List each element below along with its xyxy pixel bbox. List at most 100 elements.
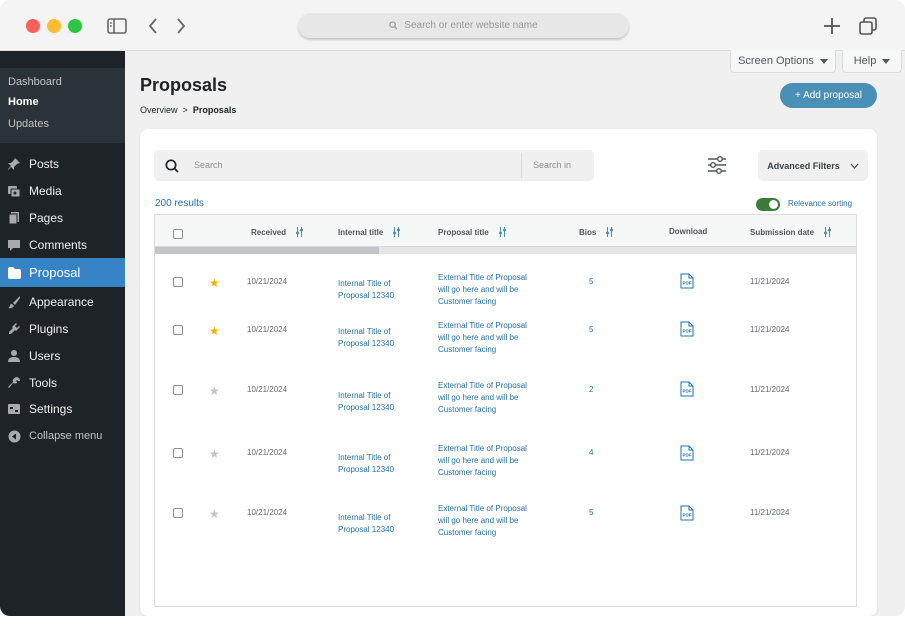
sidebar-item-media[interactable]: Media	[0, 177, 125, 205]
sidebar-item-comments[interactable]: Comments	[0, 231, 125, 259]
proposal-title-line: will go here and will be	[438, 333, 519, 342]
bios-count[interactable]: 5	[589, 276, 593, 288]
help-button[interactable]: Help	[842, 50, 902, 73]
pdf-icon[interactable]: PDF	[680, 445, 694, 466]
sidebar-toggle-icon[interactable]	[106, 14, 128, 38]
column-header-proposal-title[interactable]: Proposal title	[438, 227, 507, 237]
column-header-label: Submission date	[750, 227, 815, 237]
comment-icon	[6, 237, 22, 253]
sidebar-item-label: Pages	[29, 211, 64, 225]
pdf-icon[interactable]: PDF	[680, 273, 694, 294]
sidebar-item-label: Posts	[29, 157, 60, 171]
screen-options-button[interactable]: Screen Options	[730, 50, 836, 73]
search-in-dropdown[interactable]: Search in	[533, 160, 571, 170]
pdf-label: PDF	[683, 329, 692, 334]
bios-count[interactable]: 2	[589, 384, 593, 396]
table-row[interactable]: ★ 10/21/2024 Internal Title of Proposal 1…	[155, 444, 856, 504]
forward-arrow-icon[interactable]	[174, 14, 188, 38]
row-checkbox[interactable]	[173, 277, 183, 287]
search-icon	[389, 21, 398, 30]
back-arrow-icon[interactable]	[146, 14, 160, 38]
row-checkbox[interactable]	[173, 325, 183, 335]
minimize-window-button[interactable]	[47, 19, 61, 33]
proposal-title-link[interactable]: External Title of Proposal will go here a…	[438, 443, 527, 479]
collapse-arrow-icon	[6, 428, 22, 444]
pdf-label: PDF	[683, 389, 692, 394]
submenu-item-dashboard[interactable]: Dashboard	[8, 76, 62, 88]
page-title: Proposals	[140, 75, 228, 95]
new-tab-plus-icon[interactable]	[821, 14, 843, 38]
star-empty-icon[interactable]: ★	[209, 448, 220, 460]
column-header-label: Bios	[579, 227, 597, 237]
internal-title-link[interactable]: Internal Title of Proposal 12340	[338, 326, 394, 350]
table-row[interactable]: ★ 10/21/2024 Internal Title of Proposal 1…	[155, 381, 856, 441]
pdf-label: PDF	[683, 513, 692, 518]
proposal-title-line: Customer facing	[438, 405, 497, 414]
scrollbar-thumb[interactable]	[155, 247, 380, 254]
row-checkbox[interactable]	[173, 508, 183, 518]
bios-count[interactable]: 4	[589, 447, 593, 459]
bios-count[interactable]: 5	[589, 507, 593, 519]
table-row[interactable]: ★ 10/21/2024 Internal Title of Proposal 1…	[155, 321, 856, 381]
collapse-menu-button[interactable]: Collapse menu	[0, 422, 125, 450]
search-input[interactable]: Search	[194, 160, 223, 170]
internal-title-link[interactable]: Internal Title of Proposal 12340	[338, 512, 394, 536]
column-header-download: Download	[669, 227, 707, 236]
submission-date: 11/21/2024	[750, 277, 790, 286]
sidebar-item-settings[interactable]: Settings	[0, 395, 125, 423]
column-header-internal-title[interactable]: Internal title	[338, 227, 401, 237]
star-empty-icon[interactable]: ★	[209, 385, 220, 397]
close-window-button[interactable]	[26, 19, 40, 33]
column-header-submission-date[interactable]: Submission date	[750, 227, 832, 237]
internal-title-line: Internal Title of	[338, 513, 391, 522]
proposal-title-link[interactable]: External Title of Proposal will go here a…	[438, 272, 527, 308]
relevance-sorting-toggle[interactable]	[756, 198, 780, 211]
search-bar[interactable]: Search Search in	[154, 150, 594, 181]
sidebar-item-pages[interactable]: Pages	[0, 204, 125, 232]
proposal-title-link[interactable]: External Title of Proposal will go here a…	[438, 320, 527, 356]
proposal-title-link[interactable]: External Title of Proposal will go here a…	[438, 503, 527, 539]
tabs-overview-icon[interactable]	[857, 14, 879, 38]
horizontal-scrollbar[interactable]	[155, 247, 856, 254]
column-header-received[interactable]: Received	[251, 227, 304, 237]
internal-title-line: Internal Title of	[338, 391, 391, 400]
proposal-title-line: External Title of Proposal	[438, 504, 527, 513]
pdf-icon[interactable]: PDF	[680, 381, 694, 402]
star-empty-icon[interactable]: ★	[209, 508, 220, 520]
star-filled-icon[interactable]: ★	[209, 277, 220, 289]
submenu-item-home[interactable]: Home	[8, 96, 39, 108]
received-date: 10/21/2024	[247, 325, 288, 334]
submenu-item-updates[interactable]: Updates	[8, 118, 49, 130]
row-checkbox[interactable]	[173, 385, 183, 395]
internal-title-line: Proposal 12340	[338, 403, 395, 412]
address-bar[interactable]: Search or enter website name	[298, 13, 629, 38]
proposal-title-link[interactable]: External Title of Proposal will go here a…	[438, 380, 527, 416]
internal-title-link[interactable]: Internal Title of Proposal 12340	[338, 390, 394, 414]
sidebar-item-proposal[interactable]: Proposal	[0, 258, 125, 287]
sidebar-item-users[interactable]: Users	[0, 342, 125, 370]
star-filled-icon[interactable]: ★	[209, 325, 220, 337]
column-header-bios[interactable]: Bios	[579, 227, 614, 237]
column-header-label: Download	[669, 227, 708, 236]
row-checkbox[interactable]	[173, 448, 183, 458]
column-header-label: Internal title	[338, 227, 384, 237]
caret-down-icon	[819, 58, 828, 64]
media-icon	[6, 183, 22, 199]
internal-title-link[interactable]: Internal Title of Proposal 12340	[338, 452, 394, 476]
sidebar-item-posts[interactable]: Posts	[0, 150, 125, 178]
sidebar-item-plugins[interactable]: Plugins	[0, 315, 125, 343]
add-proposal-button[interactable]: + Add proposal	[780, 83, 877, 108]
sidebar-item-tools[interactable]: Tools	[0, 369, 125, 397]
table-row[interactable]: ★ 10/21/2024 Internal Title of Proposal 1…	[155, 504, 856, 564]
bios-count[interactable]: 5	[589, 324, 593, 336]
pdf-icon[interactable]: PDF	[680, 505, 694, 526]
filter-sliders-icon[interactable]	[707, 156, 727, 174]
advanced-filters-dropdown[interactable]: Advanced Filters	[758, 150, 868, 181]
sidebar-item-appearance[interactable]: Appearance	[0, 288, 125, 316]
breadcrumb-overview[interactable]: Overview	[140, 105, 178, 115]
screen-options-label: Screen Options	[738, 55, 814, 67]
select-all-checkbox[interactable]	[173, 229, 183, 239]
pdf-icon[interactable]: PDF	[680, 321, 694, 342]
maximize-window-button[interactable]	[68, 19, 82, 33]
internal-title-link[interactable]: Internal Title of Proposal 12340	[338, 278, 394, 302]
